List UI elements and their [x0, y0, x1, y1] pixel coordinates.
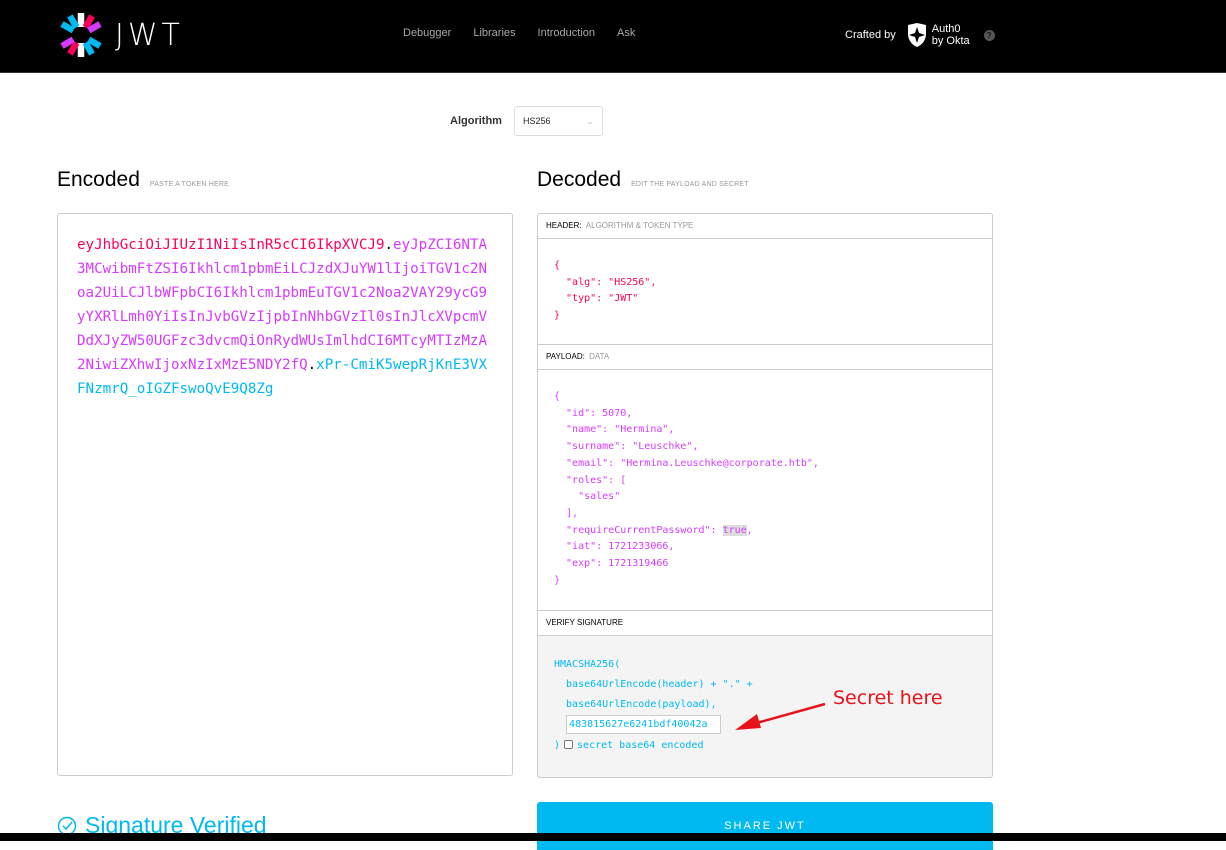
- payload-panel-label: PAYLOAD:: [546, 352, 585, 361]
- encoded-hint: PASTE A TOKEN HERE: [149, 181, 229, 188]
- header-json-line: {: [554, 260, 561, 271]
- signature-panel-title: VERIFY SIGNATURE: [537, 610, 993, 636]
- header-json-line: }: [554, 310, 561, 322]
- payload-panel-sub: DATA: [589, 352, 610, 361]
- payload-json-editor[interactable]: { "id": 5070, "name": "Hermina", "surnam…: [537, 370, 993, 610]
- jwt-logo-icon: [60, 13, 102, 57]
- bottom-bar: [0, 833, 1226, 841]
- header-panel-label: HEADER:: [546, 221, 582, 230]
- base64-checkbox-label: secret base64 encoded: [577, 739, 704, 751]
- header-json-editor[interactable]: { "alg": "HS256", "typ": "JWT"}: [537, 239, 993, 344]
- algorithm-dropdown[interactable]: HS256 ⌄: [513, 106, 603, 136]
- encoded-title: Encoded PASTE A TOKEN HERE: [57, 168, 229, 192]
- payload-panel-title: PAYLOAD: DATA: [537, 344, 993, 370]
- base64-checkbox[interactable]: [564, 740, 574, 749]
- help-icon[interactable]: ?: [983, 29, 995, 41]
- encoded-heading: Encoded: [57, 168, 140, 191]
- brand-line1: Auth0: [931, 23, 961, 35]
- secret-input[interactable]: 483815627e6241bdf40042a: [566, 715, 722, 734]
- header-panel-sub: ALGORITHM & TOKEN TYPE: [585, 221, 694, 230]
- auth0-brand-link[interactable]: Auth0 by Okta: [906, 22, 970, 48]
- nav-introduction[interactable]: Introduction: [538, 27, 595, 39]
- decoded-heading: Decoded: [537, 168, 622, 191]
- annotation-arrow-icon: [735, 702, 826, 730]
- algorithm-value: HS256: [522, 116, 551, 126]
- nav-debugger[interactable]: Debugger: [403, 27, 451, 39]
- nav-libraries[interactable]: Libraries: [473, 27, 515, 39]
- crafted-by: Crafted by Auth0 by Okta ?: [845, 22, 995, 48]
- crafted-by-label: Crafted by: [845, 29, 896, 41]
- token-payload-part: eyJpZCI6NTA3MCwibmFtZSI6Ikhlcm1pbmEiLCJz…: [77, 237, 488, 373]
- header-json-line: "alg": "HS256",: [554, 276, 657, 288]
- token-dot: .: [307, 357, 317, 373]
- algorithm-selector: Algorithm HS256 ⌄: [450, 106, 603, 136]
- header-json-line: "typ": "JWT": [554, 293, 639, 305]
- sig-close: ): [554, 739, 561, 751]
- payload-json-text: { "id": 5070, "name": "Hermina", "surnam…: [554, 391, 819, 536]
- nav-ask[interactable]: Ask: [617, 27, 635, 39]
- token-header-part: eyJhbGciOiJIUzI1NiIsInR5cCI6IkpXVCJ9: [77, 237, 385, 253]
- decoded-title: Decoded EDIT THE PAYLOAD AND SECRET: [537, 168, 749, 192]
- brand-line2: by Okta: [931, 35, 970, 47]
- auth0-shield-icon: [907, 23, 926, 47]
- decoded-hint: EDIT THE PAYLOAD AND SECRET: [631, 181, 749, 188]
- jwt-logo[interactable]: JWT: [57, 11, 207, 59]
- sig-line: HMACSHA256(: [554, 659, 621, 670]
- logo-text: JWT: [115, 17, 184, 53]
- top-navbar: JWT Debugger Libraries Introduction Ask …: [0, 0, 1226, 73]
- annotation-text: Secret here: [833, 687, 943, 709]
- chevron-down-icon: ⌄: [586, 116, 594, 126]
- signature-panel-label: VERIFY SIGNATURE: [546, 618, 624, 627]
- algorithm-label: Algorithm: [450, 115, 502, 127]
- main-nav: Debugger Libraries Introduction Ask: [403, 27, 657, 39]
- token-dot: .: [384, 237, 394, 253]
- encoded-token-input[interactable]: eyJhbGciOiJIUzI1NiIsInR5cCI6IkpXVCJ9.eyJ…: [57, 213, 513, 776]
- payload-highlighted-value: true: [722, 524, 747, 536]
- header-panel-title: HEADER: ALGORITHM & TOKEN TYPE: [537, 213, 993, 239]
- share-jwt-button[interactable]: SHARE JWT: [537, 802, 993, 850]
